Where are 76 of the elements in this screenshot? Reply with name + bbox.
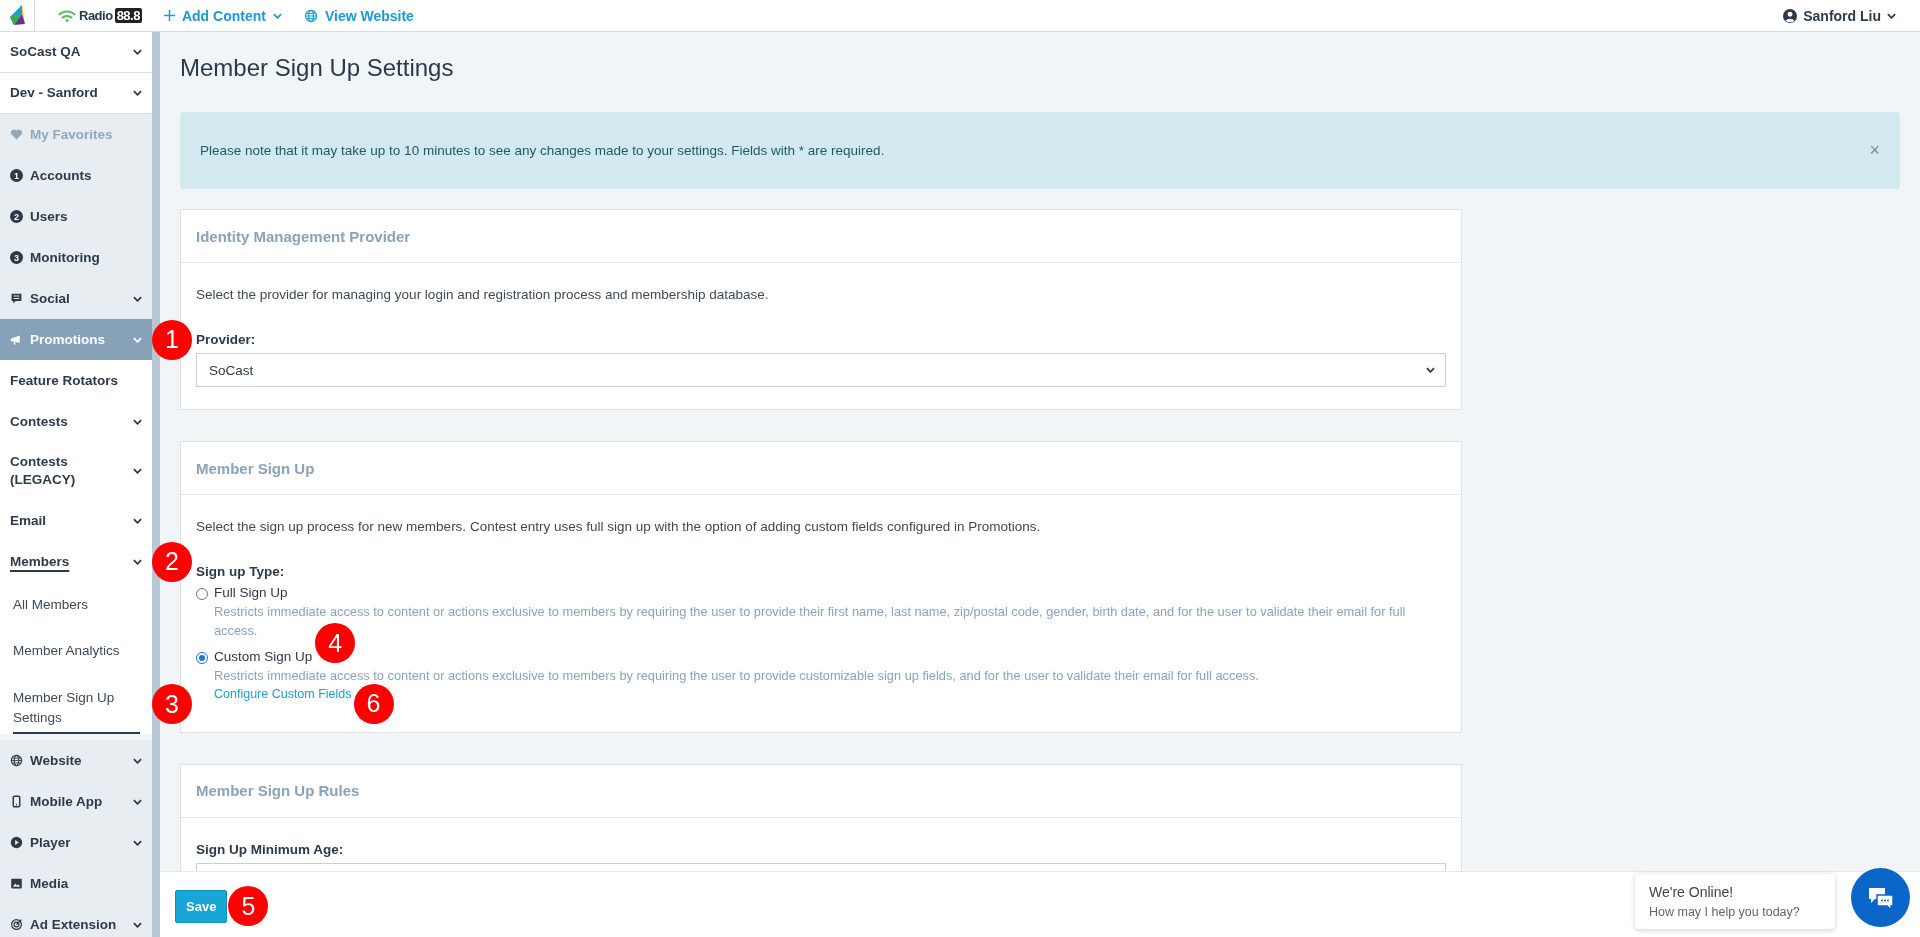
chevron-down-icon	[133, 921, 142, 928]
chevron-down-icon	[133, 839, 142, 846]
wifi-icon	[57, 9, 77, 22]
brand-name: Radio	[79, 8, 113, 23]
chevron-down-icon	[1426, 367, 1435, 373]
sidebar-item[interactable]: Members	[0, 541, 152, 582]
chevron-down-icon	[133, 49, 142, 55]
option-label: Full Sign Up	[214, 585, 288, 600]
chevron-down-icon	[133, 336, 142, 343]
sidebar-item[interactable]: Dev - Sanford	[0, 73, 152, 114]
card-description: Select the provider for managing your login and registration process and membership database.	[196, 287, 770, 302]
alert-message: Please note that it may take up to 10 minutes to see any changes made to your settings. Fields with * are required.	[200, 143, 886, 158]
chevron-down-icon	[133, 90, 142, 96]
radio-button[interactable]	[196, 588, 208, 600]
chevron-down-icon	[272, 12, 282, 19]
sidebar-item[interactable]: Website	[0, 740, 152, 781]
sidebar-item[interactable]: Feature Rotators	[0, 360, 152, 401]
sidebar-item[interactable]: Email	[0, 500, 152, 541]
sidebar-item[interactable]: Ad Extension	[0, 904, 152, 937]
annotation-marker: 6	[353, 683, 394, 724]
image-icon	[10, 877, 23, 890]
logo-icon[interactable]	[8, 3, 26, 28]
sidebar-item[interactable]: SoCast QA	[0, 32, 152, 73]
sidebar-item[interactable]: 1 Accounts	[0, 155, 152, 196]
sidebar-item[interactable]: 2 Users	[0, 196, 152, 237]
chevron-down-icon	[133, 757, 142, 764]
globe-icon	[10, 754, 23, 767]
sidebar-scrollbar[interactable]	[152, 32, 160, 937]
play-icon	[10, 836, 23, 849]
target-icon	[10, 918, 23, 931]
radio-button[interactable]	[196, 652, 208, 665]
card-description: Select the sign up process for new members. Contest entry uses full sign up with the option of adding custom fields configured in Promotions.	[196, 519, 1042, 534]
card-title: Identity Management Provider	[196, 227, 411, 245]
user-avatar-icon	[1783, 8, 1798, 23]
number-badge-icon: 2	[10, 210, 23, 223]
sidebar-item[interactable]: Player	[0, 822, 152, 863]
phone-icon	[10, 795, 23, 808]
chevron-down-icon	[133, 418, 142, 425]
sidebar-item[interactable]: Social	[0, 278, 152, 319]
plus-icon	[163, 10, 175, 21]
heart-icon	[10, 128, 23, 141]
message-board-icon	[10, 292, 23, 305]
field-label: Provider:	[196, 332, 257, 347]
sidebar-item[interactable]: Media	[0, 863, 152, 904]
sidebar-item[interactable]: Contests (LEGACY)	[0, 442, 152, 500]
provider-select[interactable]: SoCast	[196, 353, 1446, 387]
option-label: Custom Sign Up	[214, 649, 313, 665]
megaphone-icon	[10, 333, 23, 346]
annotation-marker: 5	[228, 886, 269, 926]
chat-title: We're Online!	[1649, 884, 1735, 900]
chevron-down-icon	[1887, 12, 1896, 19]
number-badge-icon: 3	[10, 251, 23, 264]
sidebar-subitem[interactable]: Member Sign Up Settings	[0, 674, 152, 734]
sidebar-subitem[interactable]: All Members	[0, 582, 152, 629]
card-title: Member Sign Up	[196, 459, 315, 477]
globe-icon	[303, 8, 318, 23]
chat-bubble[interactable]: We're Online! How may I help you today?	[1635, 874, 1835, 929]
chevron-down-icon	[133, 468, 142, 474]
sidebar-item[interactable]: Mobile App	[0, 781, 152, 822]
chat-subtitle: How may I help you today?	[1649, 905, 1801, 919]
user-menu[interactable]: Sanford Liu	[1783, 7, 1896, 24]
option-description: Restricts immediate access to content or actions exclusive to members by requiring the user to provide customizable sign up fields, and for the user to validate their email for full access.	[214, 667, 1259, 686]
chevron-down-icon	[133, 295, 142, 302]
page-title: Member Sign Up Settings	[180, 54, 455, 82]
sidebar-subitem[interactable]: Member Analytics	[0, 628, 152, 675]
chevron-down-icon	[133, 558, 142, 565]
brand-number: 88.8	[114, 8, 142, 23]
field-label: Sign up Type:	[196, 564, 286, 579]
card-title: Member Sign Up Rules	[196, 782, 360, 800]
sidebar-item[interactable]: 3 Monitoring	[0, 237, 152, 278]
chat-icon	[1866, 885, 1895, 910]
number-badge-icon: 1	[10, 169, 23, 182]
field-label: Sign Up Minimum Age:	[196, 841, 345, 857]
chevron-down-icon	[133, 798, 142, 805]
chevron-down-icon	[133, 517, 142, 524]
sidebar-item[interactable]: Contests	[0, 401, 152, 442]
